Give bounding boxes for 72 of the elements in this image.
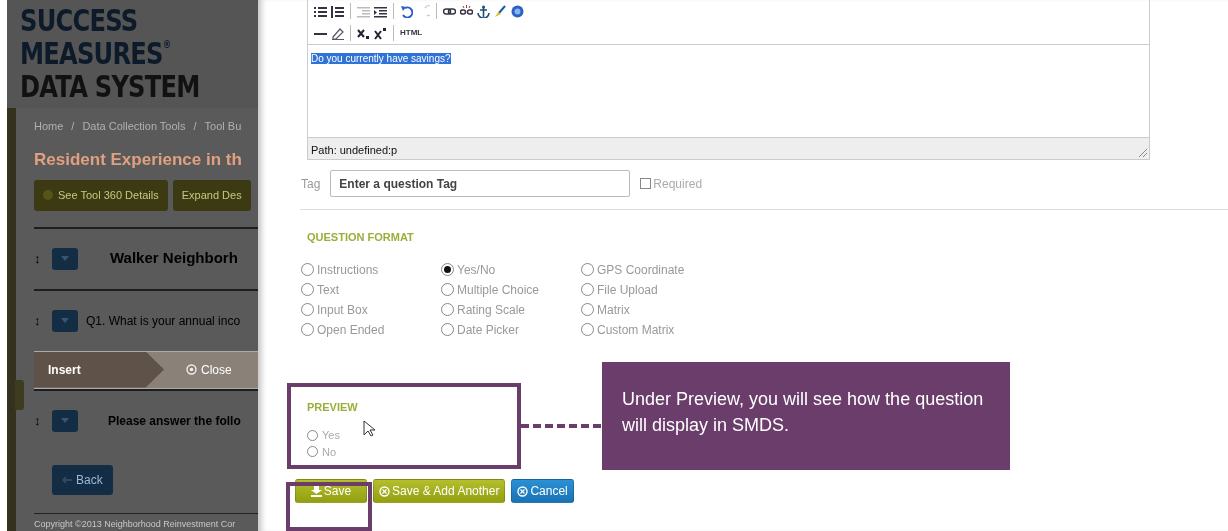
save-button[interactable]: Save & Add Another [373,479,506,503]
circle-x-icon [379,485,390,497]
eraser-icon[interactable] [331,26,344,40]
brush-icon[interactable] [494,4,507,18]
breadcrumb-link[interactable]: Data Collection Tools [82,118,186,135]
callout-text: Under Preview, you will see how the question will display in SMDS. [602,362,1010,470]
anchor-icon[interactable] [477,4,490,18]
tag-label: Tag [301,175,321,193]
radio-label: Multiple Choice [457,281,540,299]
tag-field[interactable]: Enter a question Tag [330,170,631,197]
move-handle[interactable]: ↕ [34,310,44,331]
question-text: Q1. What is your annual inco [86,312,241,330]
tool-button[interactable]: Expand Des [172,180,251,211]
radio-label: Yes [322,428,340,443]
section-heading: PREVIEW [307,399,359,415]
logo-text: DATA SYSTEM [20,70,201,103]
html-button[interactable]: HTML [400,27,423,39]
back-arrow-icon [62,475,72,484]
collapse-button[interactable] [52,409,78,432]
breadcrumb-separator: / [193,119,197,134]
caret-icon [61,418,69,423]
close-circle-icon [186,364,197,375]
breadcrumb-link[interactable]: Home [34,118,64,135]
radio-label: File Upload [597,281,658,299]
radio-label: Custom Matrix [597,321,675,339]
help-icon[interactable] [511,4,524,18]
required-label: Required [653,175,703,193]
radio-label: Rating Scale [457,301,526,319]
bulleted-list-icon[interactable] [314,4,327,18]
resize-grip-icon[interactable] [1139,149,1147,157]
tool-button[interactable]: See Tool 360 Details [34,180,168,211]
breadcrumb-separator: / [71,119,75,134]
back-button[interactable]: Back [52,464,113,495]
superscript-icon[interactable] [374,26,387,40]
collapse-button[interactable] [52,247,78,270]
numbered-list-icon[interactable] [331,4,344,18]
radio-label: Text [317,281,339,299]
selected-text: Do you currently have savings? [311,53,451,64]
cursor-icon [363,420,375,437]
collapse-button[interactable] [52,309,78,332]
page-title: Resident Experience in th [34,148,243,171]
sidebar-toggle[interactable] [15,380,24,410]
radio-label: Date Picker [457,321,520,339]
radio-label: Input Box [317,301,368,319]
radio-label: Yes/No [457,261,496,279]
info-icon [43,190,53,201]
section-heading: QUESTION FORMAT [307,230,415,245]
indent-icon[interactable] [374,4,387,18]
radio-label: No [322,444,337,460]
undo-icon[interactable] [400,4,413,18]
path-text: Path: undefined:p [311,144,398,156]
circle-x-icon [517,485,529,497]
radio-label: GPS Coordinate [597,261,685,279]
move-handle[interactable]: ↕ [34,248,44,269]
breadcrumb-link[interactable]: Tool Bu [204,118,242,135]
insert-tab[interactable]: Insert [34,351,164,388]
logo-text: MEASURES$^{®}$ [20,37,172,70]
required-checkbox[interactable] [640,178,652,189]
download-icon [310,485,322,497]
logo-text: SUCCESS [20,4,139,37]
unlink-icon[interactable] [460,4,473,18]
section-title: Please answer the follo [108,412,241,430]
footer-text: Copyright ©2013 Neighborhood Reinvestment Cor [34,512,258,531]
section-title: Walker Neighborh [110,248,238,269]
radio-label: Matrix [597,301,630,319]
move-handle[interactable]: ↕ [34,410,44,431]
caret-icon [61,256,69,261]
radio-label: Open Ended [317,321,385,339]
cancel-button[interactable]: Cancel [511,479,574,503]
radio-label: Instructions [317,261,379,279]
close-button[interactable]: Close [164,351,258,388]
caret-icon [61,318,69,323]
